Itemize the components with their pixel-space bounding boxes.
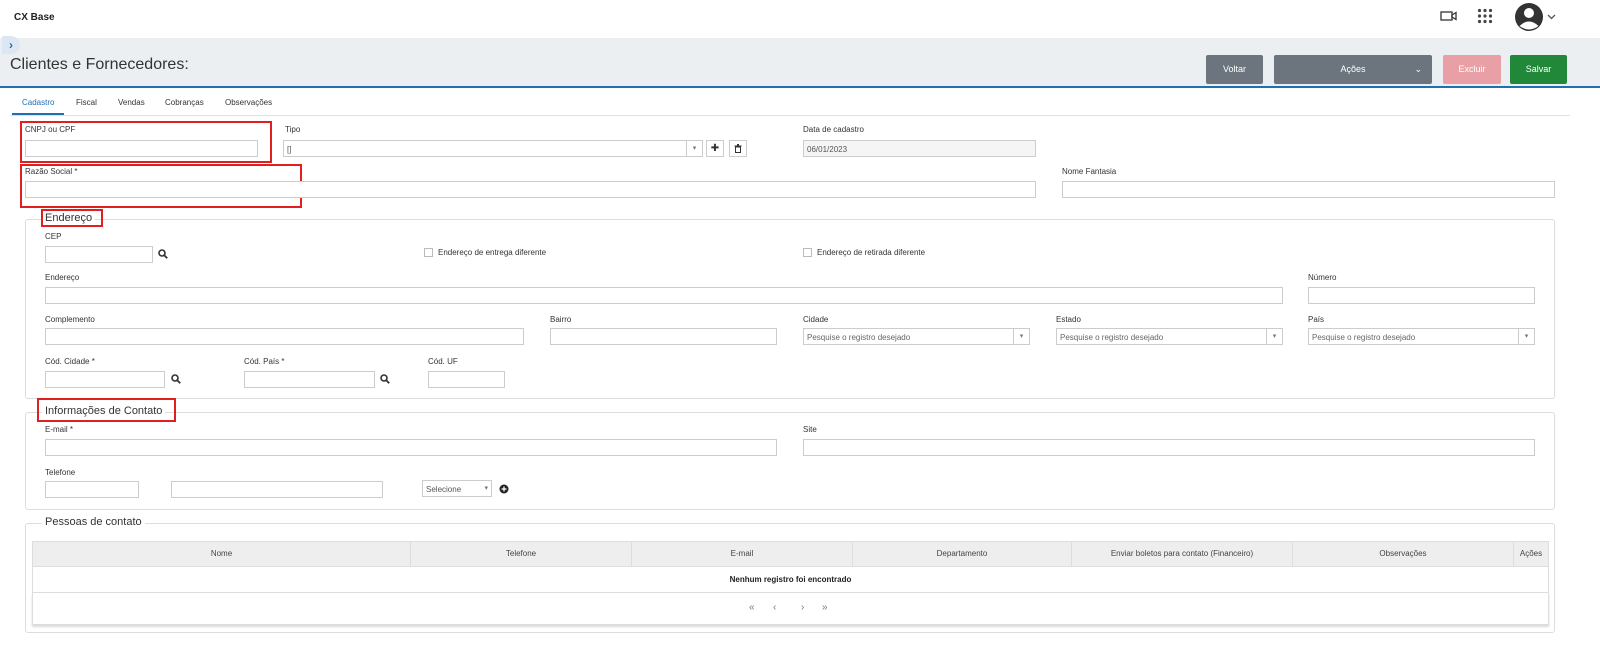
email-label: E-mail * bbox=[45, 425, 74, 434]
tab-cobrancas[interactable]: Cobranças bbox=[165, 98, 204, 107]
video-camera-icon[interactable] bbox=[1440, 9, 1458, 23]
voltar-button[interactable]: Voltar bbox=[1206, 55, 1263, 84]
estado-label: Estado bbox=[1056, 315, 1081, 324]
column-header-acoes: Ações bbox=[1519, 549, 1543, 558]
acoes-dropdown-button[interactable]: Ações ⌄ bbox=[1274, 55, 1432, 84]
estado-placeholder: Pesquise o registro desejado bbox=[1060, 333, 1164, 342]
last-page-icon[interactable]: » bbox=[822, 602, 828, 613]
cep-input[interactable] bbox=[45, 246, 153, 263]
cep-label: CEP bbox=[45, 232, 62, 241]
column-header-nome[interactable]: Nome bbox=[33, 542, 411, 566]
salvar-button[interactable]: Salvar bbox=[1510, 55, 1567, 84]
app-title: CX Base bbox=[14, 12, 55, 23]
contato-highlight bbox=[37, 398, 176, 422]
column-header-observacoes[interactable]: Observações bbox=[1293, 542, 1514, 566]
telefone-tipo-select[interactable]: Selecione ▾ bbox=[422, 480, 492, 497]
bairro-label: Bairro bbox=[550, 315, 572, 324]
page-title: Clientes e Fornecedores: bbox=[10, 56, 189, 73]
first-page-icon[interactable]: « bbox=[749, 602, 755, 613]
trash-icon[interactable] bbox=[729, 140, 747, 157]
tipo-value: [] bbox=[287, 145, 292, 154]
tipo-select[interactable]: [] ▾ bbox=[283, 140, 703, 157]
active-tab-indicator bbox=[12, 113, 64, 115]
tab-cadastro[interactable]: Cadastro bbox=[22, 98, 54, 107]
plus-icon[interactable]: ✚ bbox=[706, 140, 724, 157]
endereco-input[interactable] bbox=[45, 287, 1283, 304]
tab-fiscal[interactable]: Fiscal bbox=[76, 98, 97, 107]
pais-select[interactable]: Pesquise o registro desejado ▾ bbox=[1308, 328, 1535, 345]
retirada-diferente-checkbox[interactable] bbox=[803, 248, 812, 257]
cod-pais-label: Cód. País * bbox=[244, 357, 285, 366]
razao-social-input[interactable] bbox=[25, 181, 1036, 198]
column-header-departamento[interactable]: Departamento bbox=[853, 542, 1072, 566]
contacts-table-body: Nenhum registro foi encontrado bbox=[32, 567, 1549, 593]
tab-vendas[interactable]: Vendas bbox=[118, 98, 145, 107]
tabs-divider bbox=[10, 115, 1570, 116]
cidade-placeholder: Pesquise o registro desejado bbox=[807, 333, 911, 342]
search-icon[interactable] bbox=[158, 249, 168, 261]
endereco-label: Endereço bbox=[45, 273, 80, 282]
sidebar-toggle-button[interactable]: › bbox=[2, 36, 20, 54]
data-cadastro-label: Data de cadastro bbox=[803, 125, 864, 134]
empty-table-message: Nenhum registro foi encontrado bbox=[729, 575, 852, 584]
chevron-down-icon: ▾ bbox=[1013, 329, 1029, 344]
bairro-input[interactable] bbox=[550, 328, 777, 345]
chevron-down-icon: ▾ bbox=[484, 485, 488, 492]
excluir-button[interactable]: Excluir bbox=[1443, 55, 1501, 84]
cidade-select[interactable]: Pesquise o registro desejado ▾ bbox=[803, 328, 1030, 345]
pais-placeholder: Pesquise o registro desejado bbox=[1312, 333, 1416, 342]
next-page-icon[interactable]: › bbox=[801, 602, 804, 613]
site-input[interactable] bbox=[803, 439, 1535, 456]
chevron-down-icon: ▾ bbox=[1518, 329, 1534, 344]
nome-fantasia-input[interactable] bbox=[1062, 181, 1555, 198]
prev-page-icon[interactable]: ‹ bbox=[773, 602, 776, 613]
tab-observacoes[interactable]: Observações bbox=[225, 98, 272, 107]
nome-fantasia-label: Nome Fantasia bbox=[1062, 167, 1117, 176]
acoes-label: Ações bbox=[1340, 64, 1366, 74]
telefone-ddd-input[interactable] bbox=[45, 481, 139, 498]
cod-cidade-label: Cód. Cidade * bbox=[45, 357, 95, 366]
chevron-down-icon: ▾ bbox=[686, 141, 702, 156]
endereco-highlight bbox=[41, 209, 103, 227]
cnpj-input[interactable] bbox=[25, 140, 258, 157]
chevron-down-icon: ▾ bbox=[1266, 329, 1282, 344]
complemento-label: Complemento bbox=[45, 315, 95, 324]
numero-input[interactable] bbox=[1308, 287, 1535, 304]
add-circle-icon[interactable] bbox=[499, 484, 509, 496]
chevron-down-icon: ⌄ bbox=[1414, 64, 1422, 74]
search-icon[interactable] bbox=[380, 374, 390, 386]
entrega-diferente-checkbox[interactable] bbox=[424, 248, 433, 257]
contacts-table-header: Nome Telefone E-mail Departamento Enviar… bbox=[32, 541, 1549, 567]
cod-pais-input[interactable] bbox=[244, 371, 375, 388]
site-label: Site bbox=[803, 425, 817, 434]
retirada-diferente-label: Endereço de retirada diferente bbox=[817, 248, 926, 257]
telefone-numero-input[interactable] bbox=[171, 481, 383, 498]
column-header-enviar-boletos[interactable]: Enviar boletos para contato (Financeiro) bbox=[1072, 542, 1293, 566]
cod-uf-label: Cód. UF bbox=[428, 357, 458, 366]
estado-select[interactable]: Pesquise o registro desejado ▾ bbox=[1056, 328, 1283, 345]
razao-social-label: Razão Social * bbox=[25, 167, 78, 176]
telefone-tipo-value: Selecione bbox=[426, 485, 462, 494]
cnpj-label: CNPJ ou CPF bbox=[25, 125, 76, 134]
top-bar: CX Base bbox=[0, 0, 1600, 38]
user-avatar-icon[interactable] bbox=[1514, 2, 1558, 32]
tipo-label: Tipo bbox=[285, 125, 301, 134]
column-header-email[interactable]: E-mail bbox=[632, 542, 853, 566]
telefone-label: Telefone bbox=[45, 468, 76, 477]
numero-label: Número bbox=[1308, 273, 1337, 282]
email-input[interactable] bbox=[45, 439, 777, 456]
pessoas-legend: Pessoas de contato bbox=[42, 516, 145, 528]
search-icon[interactable] bbox=[171, 374, 181, 386]
pagination: « ‹ › » bbox=[32, 593, 1549, 625]
cod-uf-input[interactable] bbox=[428, 371, 505, 388]
pais-label: País bbox=[1308, 315, 1325, 324]
data-cadastro-input: 06/01/2023 bbox=[803, 140, 1036, 157]
complemento-input[interactable] bbox=[45, 328, 524, 345]
apps-grid-icon[interactable] bbox=[1477, 8, 1493, 24]
cidade-label: Cidade bbox=[803, 315, 829, 324]
column-header-telefone[interactable]: Telefone bbox=[411, 542, 632, 566]
entrega-diferente-label: Endereço de entrega diferente bbox=[438, 248, 547, 257]
cod-cidade-input[interactable] bbox=[45, 371, 165, 388]
chevron-right-icon: › bbox=[9, 38, 13, 52]
